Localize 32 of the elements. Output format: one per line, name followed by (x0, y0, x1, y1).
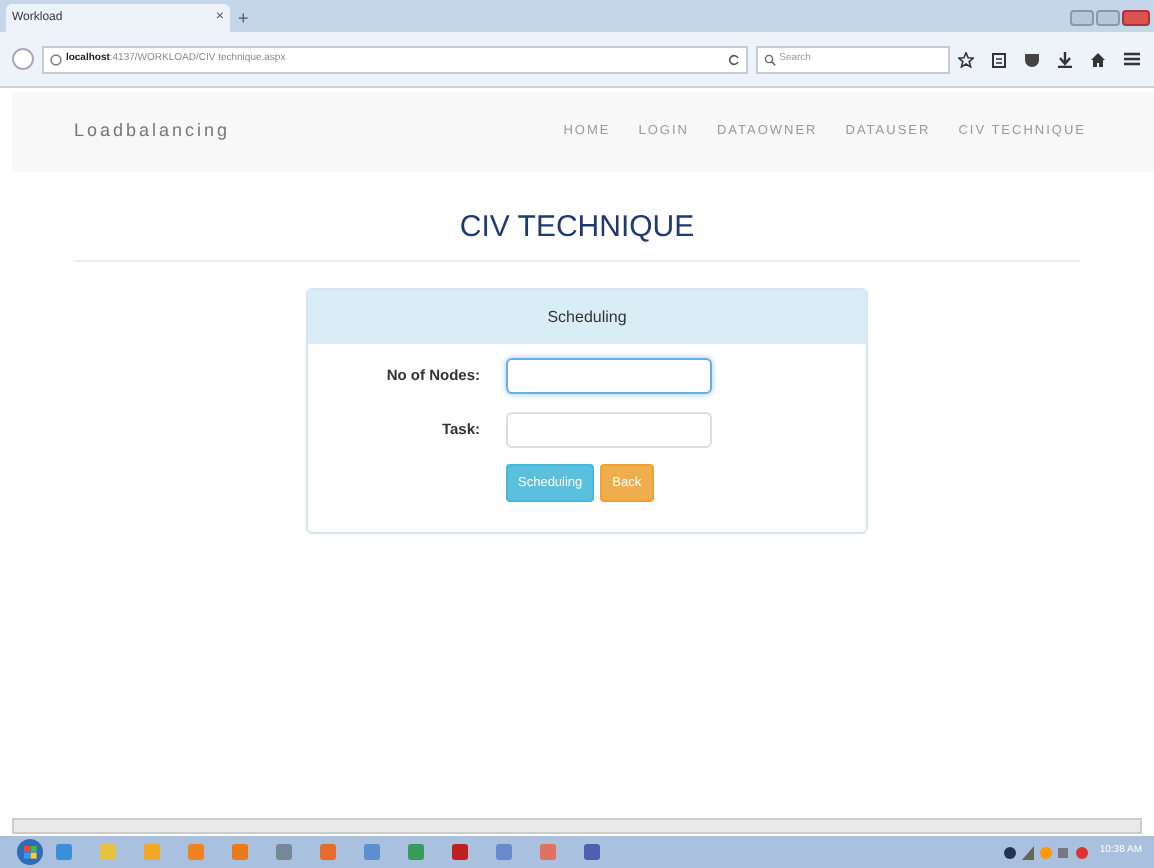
panel-heading: Scheduling (308, 290, 866, 344)
app-icon[interactable] (494, 842, 514, 862)
start-icon[interactable] (16, 838, 44, 866)
app-icon[interactable] (538, 842, 558, 862)
star-icon[interactable] (958, 51, 974, 67)
tray-icons-drawing (1003, 845, 1092, 859)
maximize-button[interactable] (1096, 10, 1120, 26)
app-icon[interactable] (230, 842, 250, 862)
download-icon[interactable] (1058, 51, 1072, 67)
info-icon (49, 53, 62, 65)
shield-icon[interactable] (1024, 51, 1040, 67)
horizontal-scrollbar[interactable] (12, 818, 1142, 834)
page-title: CIV TECHNIQUE (457, 212, 697, 242)
app-icon[interactable] (274, 842, 294, 862)
back-button[interactable] (12, 48, 34, 70)
app-icon[interactable] (450, 842, 470, 862)
app-icon[interactable] (186, 842, 206, 862)
close-button[interactable] (1122, 10, 1150, 26)
reload-icon[interactable] (727, 53, 740, 65)
app-icon[interactable] (54, 842, 74, 862)
app-icon[interactable] (362, 842, 382, 862)
new-tab-button[interactable]: + (238, 10, 249, 28)
home-icon[interactable] (1090, 51, 1106, 67)
input-field[interactable] (506, 358, 712, 394)
minimize-button[interactable] (1070, 10, 1094, 26)
app-icon[interactable] (582, 842, 602, 862)
menu-icon[interactable] (1124, 52, 1140, 66)
clipboard-icon[interactable] (992, 51, 1006, 67)
brand-link[interactable]: Loadbalancing (74, 118, 231, 146)
app-icon[interactable] (318, 842, 338, 862)
search-icon (763, 53, 776, 65)
app-icon[interactable] (406, 842, 426, 862)
